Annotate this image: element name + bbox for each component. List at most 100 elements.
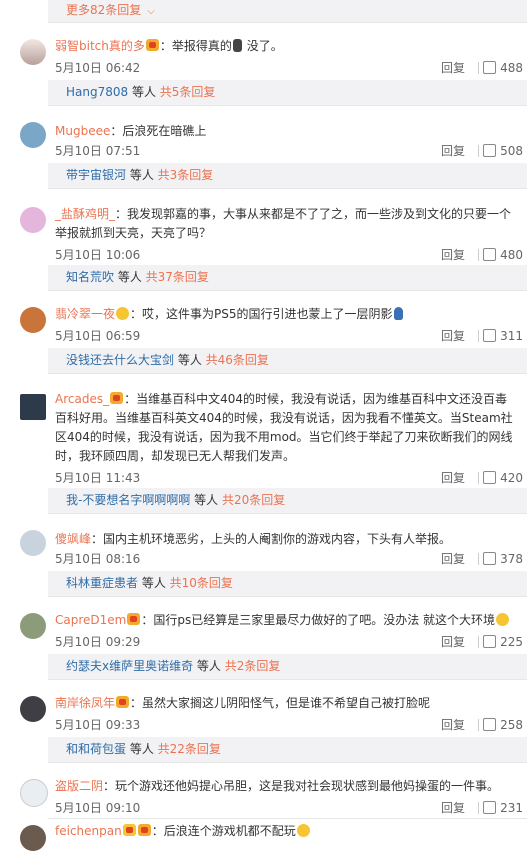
avatar[interactable]: [20, 613, 46, 639]
comment-time: 5月10日 09:29: [55, 635, 141, 649]
comment-time: 5月10日 09:10: [55, 801, 141, 815]
comment-time: 5月10日 09:33: [55, 718, 141, 732]
sub-replies-bar[interactable]: 没钱还去什么大宝剑 等人 共46条回复: [48, 348, 527, 374]
sub-reply-mid: 等人: [190, 493, 222, 507]
sub-reply-count[interactable]: 共46条回复: [206, 353, 269, 367]
reply-button[interactable]: 回复: [441, 59, 465, 77]
comment-username[interactable]: Mugbeee: [55, 124, 110, 138]
comment-username[interactable]: feichenpan: [55, 824, 122, 838]
more-replies-label[interactable]: 更多82条回复: [66, 3, 141, 17]
like-button[interactable]: 258: [483, 716, 523, 734]
like-button[interactable]: 420: [483, 469, 523, 487]
sub-reply-user[interactable]: 约瑟夫x维萨里奥诺维奇: [66, 659, 193, 673]
sub-reply-count[interactable]: 共37条回复: [146, 270, 209, 284]
sub-reply-count[interactable]: 共3条回复: [158, 168, 214, 182]
like-button[interactable]: 378: [483, 550, 523, 568]
avatar[interactable]: [20, 207, 46, 233]
chevron-down-icon[interactable]: ⌵: [147, 6, 155, 17]
like-button[interactable]: 311: [483, 327, 523, 345]
comment-text: ：虽然大家搁这儿阴阳怪气，但是谁不希望自己被打脸呢: [130, 696, 431, 710]
comment-text: ：国内主机环境恶劣，上头的人阉割你的游戏内容，下头有人举报。: [91, 532, 452, 546]
reply-button[interactable]: 回复: [441, 799, 465, 817]
more-replies-top[interactable]: 更多82条回复 ⌵: [48, 0, 527, 23]
avatar[interactable]: [20, 394, 46, 420]
avatar[interactable]: [20, 530, 46, 556]
like-button[interactable]: 480: [483, 246, 523, 264]
sub-reply-count[interactable]: 共5条回复: [160, 85, 216, 99]
sub-reply-count[interactable]: 共2条回复: [225, 659, 281, 673]
sub-reply-user[interactable]: 和和荷包蛋: [66, 742, 126, 756]
comment-time: 5月10日 08:16: [55, 552, 141, 566]
thumbs-up-icon: [483, 635, 497, 648]
avatar[interactable]: [20, 39, 46, 65]
comment-username[interactable]: 南岸徐凤年: [55, 696, 115, 710]
avatar[interactable]: [20, 122, 46, 148]
comment-meta: 5月10日 09:29 回复 225: [55, 633, 527, 651]
comment-item: _盐酥鸡明_：我发现郭嘉的事，大事从来都是不了了之，而一些涉及到文化的只要一个举…: [0, 189, 527, 265]
comment-item: 弱智bitch真的多 ：举报得真的 没了。 5月10日 06:42 回复 488: [0, 23, 527, 80]
comment-username[interactable]: Arcades_: [55, 392, 109, 406]
sub-reply-user[interactable]: 知名荒吹: [66, 270, 114, 284]
comment-username[interactable]: 翡冷翠一夜: [55, 307, 115, 321]
reply-button[interactable]: 回复: [441, 469, 465, 487]
comment-text-tail: 没了。: [242, 39, 283, 53]
thumbs-up-icon: [483, 329, 497, 342]
sub-replies-bar[interactable]: 科林重症患者 等人 共10条回复: [48, 571, 527, 597]
comment-username[interactable]: _盐酥鸡明_: [55, 207, 115, 221]
sub-reply-user[interactable]: 我-不要想名字啊啊啊啊: [66, 493, 190, 507]
vip-badge-icon: [145, 39, 159, 51]
sub-reply-count[interactable]: 共22条回复: [158, 742, 221, 756]
sub-replies-bar[interactable]: 约瑟夫x维萨里奥诺维奇 等人 共2条回复: [48, 654, 527, 680]
like-count: 480: [500, 248, 523, 262]
comment-username[interactable]: 弱智bitch真的多: [55, 39, 145, 53]
avatar[interactable]: [20, 696, 46, 722]
sub-reply-user[interactable]: Hang7808: [66, 85, 128, 99]
reply-button[interactable]: 回复: [441, 550, 465, 568]
crown-emoji-icon: [116, 307, 130, 320]
sub-replies-bar[interactable]: 和和荷包蛋 等人 共22条回复: [48, 737, 527, 763]
sub-reply-count[interactable]: 共10条回复: [170, 576, 233, 590]
sub-replies-bar[interactable]: 我-不要想名字啊啊啊啊 等人 共20条回复: [48, 488, 527, 514]
thumbs-up-icon: [483, 144, 497, 157]
divider: [478, 802, 479, 814]
avatar[interactable]: [20, 307, 46, 333]
sub-reply-count[interactable]: 共20条回复: [222, 493, 285, 507]
divider: [478, 472, 479, 484]
avatar[interactable]: [20, 779, 48, 807]
sub-reply-user[interactable]: 带宇宙银河: [66, 168, 126, 182]
divider: [478, 636, 479, 648]
reply-button[interactable]: 回复: [441, 716, 465, 734]
like-count: 258: [500, 718, 523, 732]
sub-replies-bar[interactable]: 知名荒吹 等人 共37条回复: [48, 265, 527, 291]
like-button[interactable]: 231: [483, 799, 523, 817]
sub-reply-mid: 等人: [114, 270, 146, 284]
comment-text: ：哎，这件事为PS5的国行引进也蒙上了一层阴影: [130, 307, 393, 321]
comment-meta: 5月10日 09:33 回复 258: [55, 716, 527, 734]
reply-button[interactable]: 回复: [441, 327, 465, 345]
comment-username[interactable]: 盗版二阴: [55, 779, 103, 793]
avatar[interactable]: [20, 825, 46, 851]
reply-button[interactable]: 回复: [441, 246, 465, 264]
comment-text: ：我发现郭嘉的事，大事从来都是不了了之，而一些涉及到文化的只要一个举报就抓到天亮…: [55, 207, 512, 240]
sub-replies-bar[interactable]: Hang7808 等人 共5条回复: [48, 80, 527, 106]
comment-username[interactable]: 傻飒峰: [55, 532, 91, 546]
like-button[interactable]: 508: [483, 142, 523, 160]
comment-time: 5月10日 07:51: [55, 144, 141, 158]
like-button[interactable]: 488: [483, 59, 523, 77]
comment-item: Mugbeee：后浪死在暗礁上 5月10日 07:51 回复 508: [0, 106, 527, 163]
reply-button[interactable]: 回复: [441, 633, 465, 651]
sub-replies-bar[interactable]: 带宇宙银河 等人 共3条回复: [48, 163, 527, 189]
comment-username[interactable]: CapreD1em: [55, 613, 126, 627]
divider: [478, 719, 479, 731]
like-count: 420: [500, 471, 523, 485]
comment-item: 傻飒峰：国内主机环境恶劣，上头的人阉割你的游戏内容，下头有人举报。 5月10日 …: [0, 514, 527, 571]
like-button[interactable]: 225: [483, 633, 523, 651]
vip-badge-icon: [116, 696, 130, 708]
thumbs-up-icon: [483, 248, 497, 261]
sub-reply-user[interactable]: 没钱还去什么大宝剑: [66, 353, 174, 367]
comment-item: 翡冷翠一夜 ：哎，这件事为PS5的国行引进也蒙上了一层阴影 5月10日 06:59…: [0, 291, 527, 348]
sub-reply-user[interactable]: 科林重症患者: [66, 576, 138, 590]
comment-meta: 5月10日 09:10 回复 231: [55, 799, 527, 817]
comment-meta: 5月10日 07:51 回复 508: [55, 142, 527, 160]
reply-button[interactable]: 回复: [441, 142, 465, 160]
